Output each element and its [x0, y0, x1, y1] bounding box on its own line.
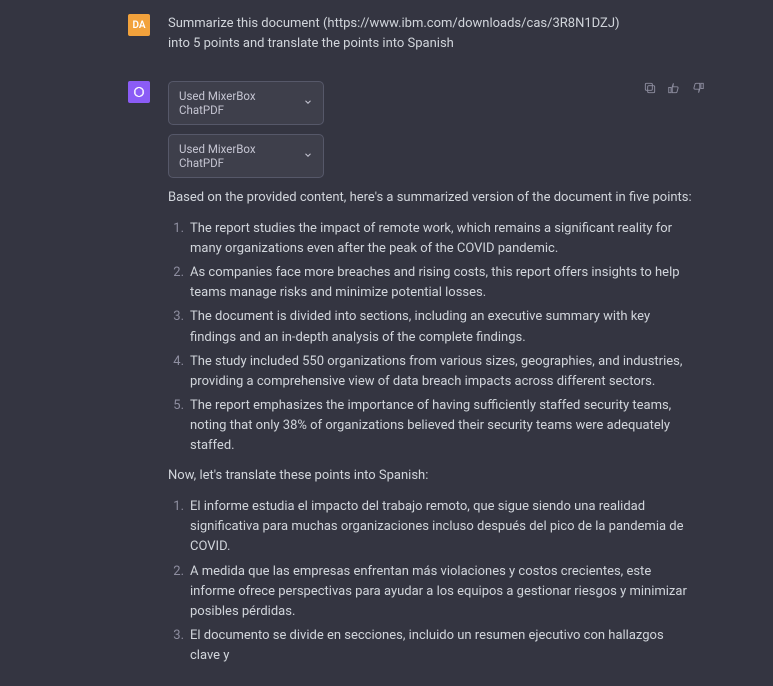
list-number: 4.: [168, 352, 184, 372]
spanish-points-list: 1. El informe estudia el impacto del trab…: [168, 497, 693, 666]
list-text: As companies face more breaches and risi…: [190, 265, 680, 300]
user-avatar-initials: DA: [132, 20, 145, 31]
intro-paragraph: Based on the provided content, here's a …: [168, 188, 693, 209]
list-text: The study included 550 organizations fro…: [190, 354, 682, 389]
assistant-content: Used MixerBox ChatPDF Used MixerBox Chat…: [168, 81, 773, 672]
thumbs-up-icon[interactable]: [667, 81, 681, 99]
list-text: The document is divided into sections, i…: [190, 309, 650, 344]
list-item: 3.El documento se divide en secciones, i…: [190, 626, 693, 666]
plugin-chip-label: Used MixerBox ChatPDF: [179, 142, 295, 170]
list-number: 2.: [168, 263, 184, 283]
list-number: 1.: [168, 219, 184, 239]
english-points-list: 1. The report studies the impact of remot…: [168, 219, 693, 457]
openai-logo-icon: [132, 85, 146, 99]
list-item: 1.El informe estudia el impacto del trab…: [190, 497, 693, 557]
user-prompt: Summarize this document (https://www.ibm…: [168, 14, 628, 53]
user-avatar: DA: [128, 14, 150, 36]
plugin-chip-row: Used MixerBox ChatPDF: [168, 81, 693, 125]
list-item: 2.As companies face more breaches and ri…: [190, 263, 693, 303]
bridge-paragraph: Now, let's translate these points into S…: [168, 466, 693, 487]
list-text: The report studies the impact of remote …: [190, 221, 672, 256]
list-number: 5.: [168, 396, 184, 416]
plugin-chip[interactable]: Used MixerBox ChatPDF: [168, 134, 324, 178]
plugin-chip-label: Used MixerBox ChatPDF: [179, 89, 295, 117]
list-number: 1.: [168, 497, 184, 517]
assistant-message-row: Used MixerBox ChatPDF Used MixerBox Chat…: [0, 67, 773, 686]
list-item: 2.A medida que las empresas enfrentan má…: [190, 562, 693, 622]
list-text: The report emphasizes the importance of …: [190, 398, 671, 453]
message-actions: [643, 81, 705, 99]
avatar-col: [0, 81, 168, 672]
list-item: 1.The report studies the impact of remot…: [190, 219, 693, 259]
list-number: 3.: [168, 307, 184, 327]
user-message-row: DA Summarize this document (https://www.…: [0, 0, 773, 67]
assistant-avatar: [128, 81, 150, 103]
list-text: A medida que las empresas enfrentan más …: [190, 564, 687, 619]
user-content: Summarize this document (https://www.ibm…: [168, 14, 773, 53]
list-text: El documento se divide en secciones, inc…: [190, 628, 664, 663]
copy-icon[interactable]: [643, 81, 657, 99]
list-number: 3.: [168, 626, 184, 646]
chevron-down-icon: [303, 96, 313, 110]
plugin-chip-row: Used MixerBox ChatPDF: [168, 134, 693, 178]
avatar-col: DA: [0, 14, 168, 53]
list-item: 5.The report emphasizes the importance o…: [190, 396, 693, 456]
list-text: El informe estudia el impacto del trabaj…: [190, 499, 684, 554]
list-item: 4.The study included 550 organizations f…: [190, 352, 693, 392]
assistant-body: Based on the provided content, here's a …: [168, 188, 693, 666]
thumbs-down-icon[interactable]: [691, 81, 705, 99]
chevron-down-icon: [303, 149, 313, 163]
plugin-chip[interactable]: Used MixerBox ChatPDF: [168, 81, 324, 125]
list-number: 2.: [168, 562, 184, 582]
list-item: 3.The document is divided into sections,…: [190, 307, 693, 347]
